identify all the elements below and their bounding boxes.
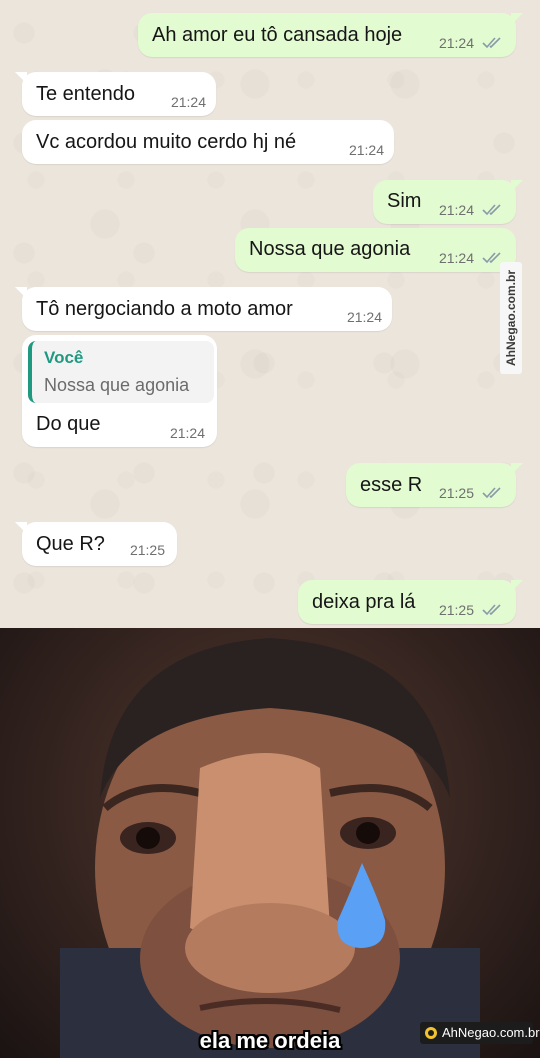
side-watermark-text: AhNegao.com.br — [504, 269, 518, 367]
message-time: 21:24 — [169, 425, 205, 441]
double-check-icon — [482, 485, 504, 499]
message-text: Do que — [36, 413, 101, 435]
meme-photo: AhNegao.com.br — [0, 628, 540, 1058]
message-text: Tô nergociando a moto amor — [36, 298, 293, 320]
message-text: Que R? — [36, 533, 105, 555]
quoted-text: Nossa que agonia — [44, 375, 190, 395]
meme-caption: ela me ordeia — [199, 1028, 341, 1053]
message-time: 21:25 — [129, 542, 165, 558]
message-bubble-incoming[interactable]: Vc acordou muito cerdo hj né 21:24 — [22, 120, 394, 164]
message-text: deixa pra lá — [312, 591, 416, 613]
quoted-message[interactable]: Você Nossa que agonia — [28, 341, 214, 403]
crying-man-illustration — [60, 638, 480, 1058]
message-time: 21:24 — [348, 142, 384, 158]
message-bubble-outgoing[interactable]: Ah amor eu tô cansada hoje 21:24 — [138, 13, 523, 57]
message-text: Te entendo — [36, 83, 135, 105]
message-time: 21:24 — [170, 94, 206, 110]
double-check-icon — [482, 35, 504, 49]
side-watermark: AhNegao.com.br — [500, 262, 522, 374]
message-bubble-incoming[interactable]: Que R? 21:25 — [15, 522, 177, 566]
message-text: Nossa que agonia — [249, 238, 411, 260]
message-text: Sim — [387, 190, 422, 212]
message-time: 21:24 — [438, 250, 474, 266]
double-check-icon — [482, 202, 504, 216]
message-time: 21:25 — [438, 602, 474, 618]
message-time: 21:24 — [346, 309, 382, 325]
message-bubble-outgoing[interactable]: deixa pra lá 21:25 — [298, 580, 523, 624]
message-bubble-outgoing[interactable]: esse R 21:25 — [346, 463, 523, 507]
message-time: 21:25 — [438, 485, 474, 501]
message-text: esse R — [360, 474, 423, 496]
message-bubble-incoming-reply[interactable]: Você Nossa que agonia Do que 21:24 — [22, 335, 217, 447]
quoted-author: Você — [44, 348, 84, 367]
message-bubble-incoming[interactable]: Tô nergociando a moto amor 21:24 — [15, 287, 392, 331]
message-time: 21:24 — [438, 35, 474, 51]
message-bubble-outgoing[interactable]: Nossa que agonia 21:24 — [235, 228, 516, 272]
message-text: Vc acordou muito cerdo hj né — [36, 131, 297, 153]
message-bubble-incoming[interactable]: Te entendo 21:24 — [15, 72, 216, 116]
message-text: Ah amor eu tô cansada hoje — [152, 24, 403, 46]
message-bubble-outgoing[interactable]: Sim 21:24 — [373, 180, 523, 224]
message-time: 21:24 — [438, 202, 474, 218]
chat-screenshot: Ah amor eu tô cansada hoje 21:24 Te ente… — [0, 0, 540, 628]
double-check-icon — [482, 602, 504, 616]
